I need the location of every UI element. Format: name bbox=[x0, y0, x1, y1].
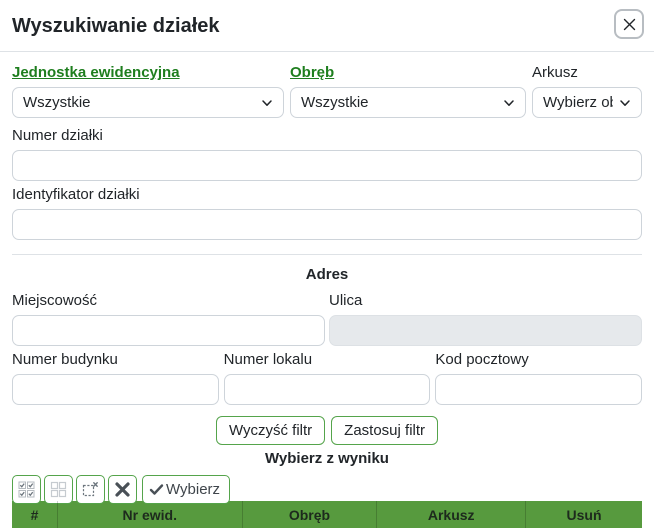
chevron-down-icon bbox=[613, 97, 631, 109]
identyfikator-dzialki-input[interactable] bbox=[12, 209, 642, 240]
page-title: Wyszukiwanie działek bbox=[12, 15, 220, 37]
numer-dzialki-input[interactable] bbox=[12, 150, 642, 181]
apply-filter-button[interactable]: Zastosuj filtr bbox=[331, 416, 439, 445]
grid-button[interactable] bbox=[44, 475, 73, 504]
miejscowosc-label: Miejscowość bbox=[12, 292, 98, 309]
column-header-nr-ewid[interactable]: Nr ewid. bbox=[58, 501, 243, 528]
numer-budynku-label: Numer budynku bbox=[12, 351, 118, 368]
results-table: # Nr ewid. Obręb Arkusz Usuń bbox=[12, 501, 642, 532]
kod-pocztowy-label: Kod pocztowy bbox=[435, 351, 529, 368]
address-heading: Adres bbox=[305, 266, 349, 283]
ulica-label: Ulica bbox=[329, 292, 363, 309]
chevron-down-icon bbox=[497, 97, 515, 109]
jednostka-ewidencyjna-value: Wszystkie bbox=[23, 94, 91, 111]
column-header-usun[interactable]: Usuń bbox=[526, 501, 642, 528]
column-header-index[interactable]: # bbox=[12, 501, 58, 528]
identyfikator-dzialki-label: Identyfikator działki bbox=[12, 186, 140, 203]
clear-filter-button[interactable]: Wyczyść filtr bbox=[215, 416, 326, 445]
arkusz-label: Arkusz bbox=[532, 64, 578, 81]
grid-icon bbox=[50, 481, 67, 498]
ulica-input bbox=[329, 315, 642, 346]
column-header-arkusz[interactable]: Arkusz bbox=[377, 501, 527, 528]
results-table-header: # Nr ewid. Obręb Arkusz Usuń bbox=[12, 501, 642, 528]
obreb-value: Wszystkie bbox=[301, 94, 369, 111]
miejscowosc-input[interactable] bbox=[12, 315, 325, 346]
remove-all-icon bbox=[114, 481, 131, 498]
chevron-down-icon bbox=[255, 97, 273, 109]
close-button[interactable] bbox=[614, 9, 644, 39]
results-toolbar: Wybierz bbox=[12, 475, 642, 504]
jednostka-ewidencyjna-select[interactable]: Wszystkie bbox=[12, 87, 284, 118]
column-header-obreb[interactable]: Obręb bbox=[243, 501, 378, 528]
numer-lokalu-label: Numer lokalu bbox=[223, 351, 313, 368]
clear-selection-icon bbox=[82, 481, 99, 498]
kod-pocztowy-input[interactable] bbox=[435, 374, 643, 405]
select-button-label: Wybierz bbox=[166, 481, 221, 498]
results-heading: Wybierz z wyniku bbox=[265, 450, 389, 467]
dialog-header: Wyszukiwanie działek bbox=[0, 0, 654, 52]
numer-budynku-input[interactable] bbox=[12, 374, 219, 405]
numer-dzialki-label: Numer działki bbox=[12, 127, 103, 144]
jednostka-ewidencyjna-link[interactable]: Jednostka ewidencyjna bbox=[12, 64, 284, 82]
obreb-link[interactable]: Obręb bbox=[290, 64, 526, 82]
arkusz-select[interactable]: Wybierz obr bbox=[532, 87, 642, 118]
select-from-result-button[interactable]: Wybierz bbox=[142, 475, 231, 504]
parcel-search-dialog: Wyszukiwanie działek Jednostka ewidencyj… bbox=[0, 0, 654, 532]
check-icon bbox=[149, 482, 164, 497]
section-divider bbox=[12, 254, 642, 255]
remove-all-button[interactable] bbox=[108, 475, 137, 504]
clear-selection-button[interactable] bbox=[76, 475, 105, 504]
check-all-grid-button[interactable] bbox=[12, 475, 41, 504]
results-table-body bbox=[12, 528, 642, 532]
close-icon bbox=[622, 17, 637, 32]
numer-lokalu-input[interactable] bbox=[223, 374, 431, 405]
obreb-select[interactable]: Wszystkie bbox=[290, 87, 526, 118]
check-all-grid-icon bbox=[18, 481, 35, 498]
arkusz-value: Wybierz obr bbox=[543, 94, 613, 111]
